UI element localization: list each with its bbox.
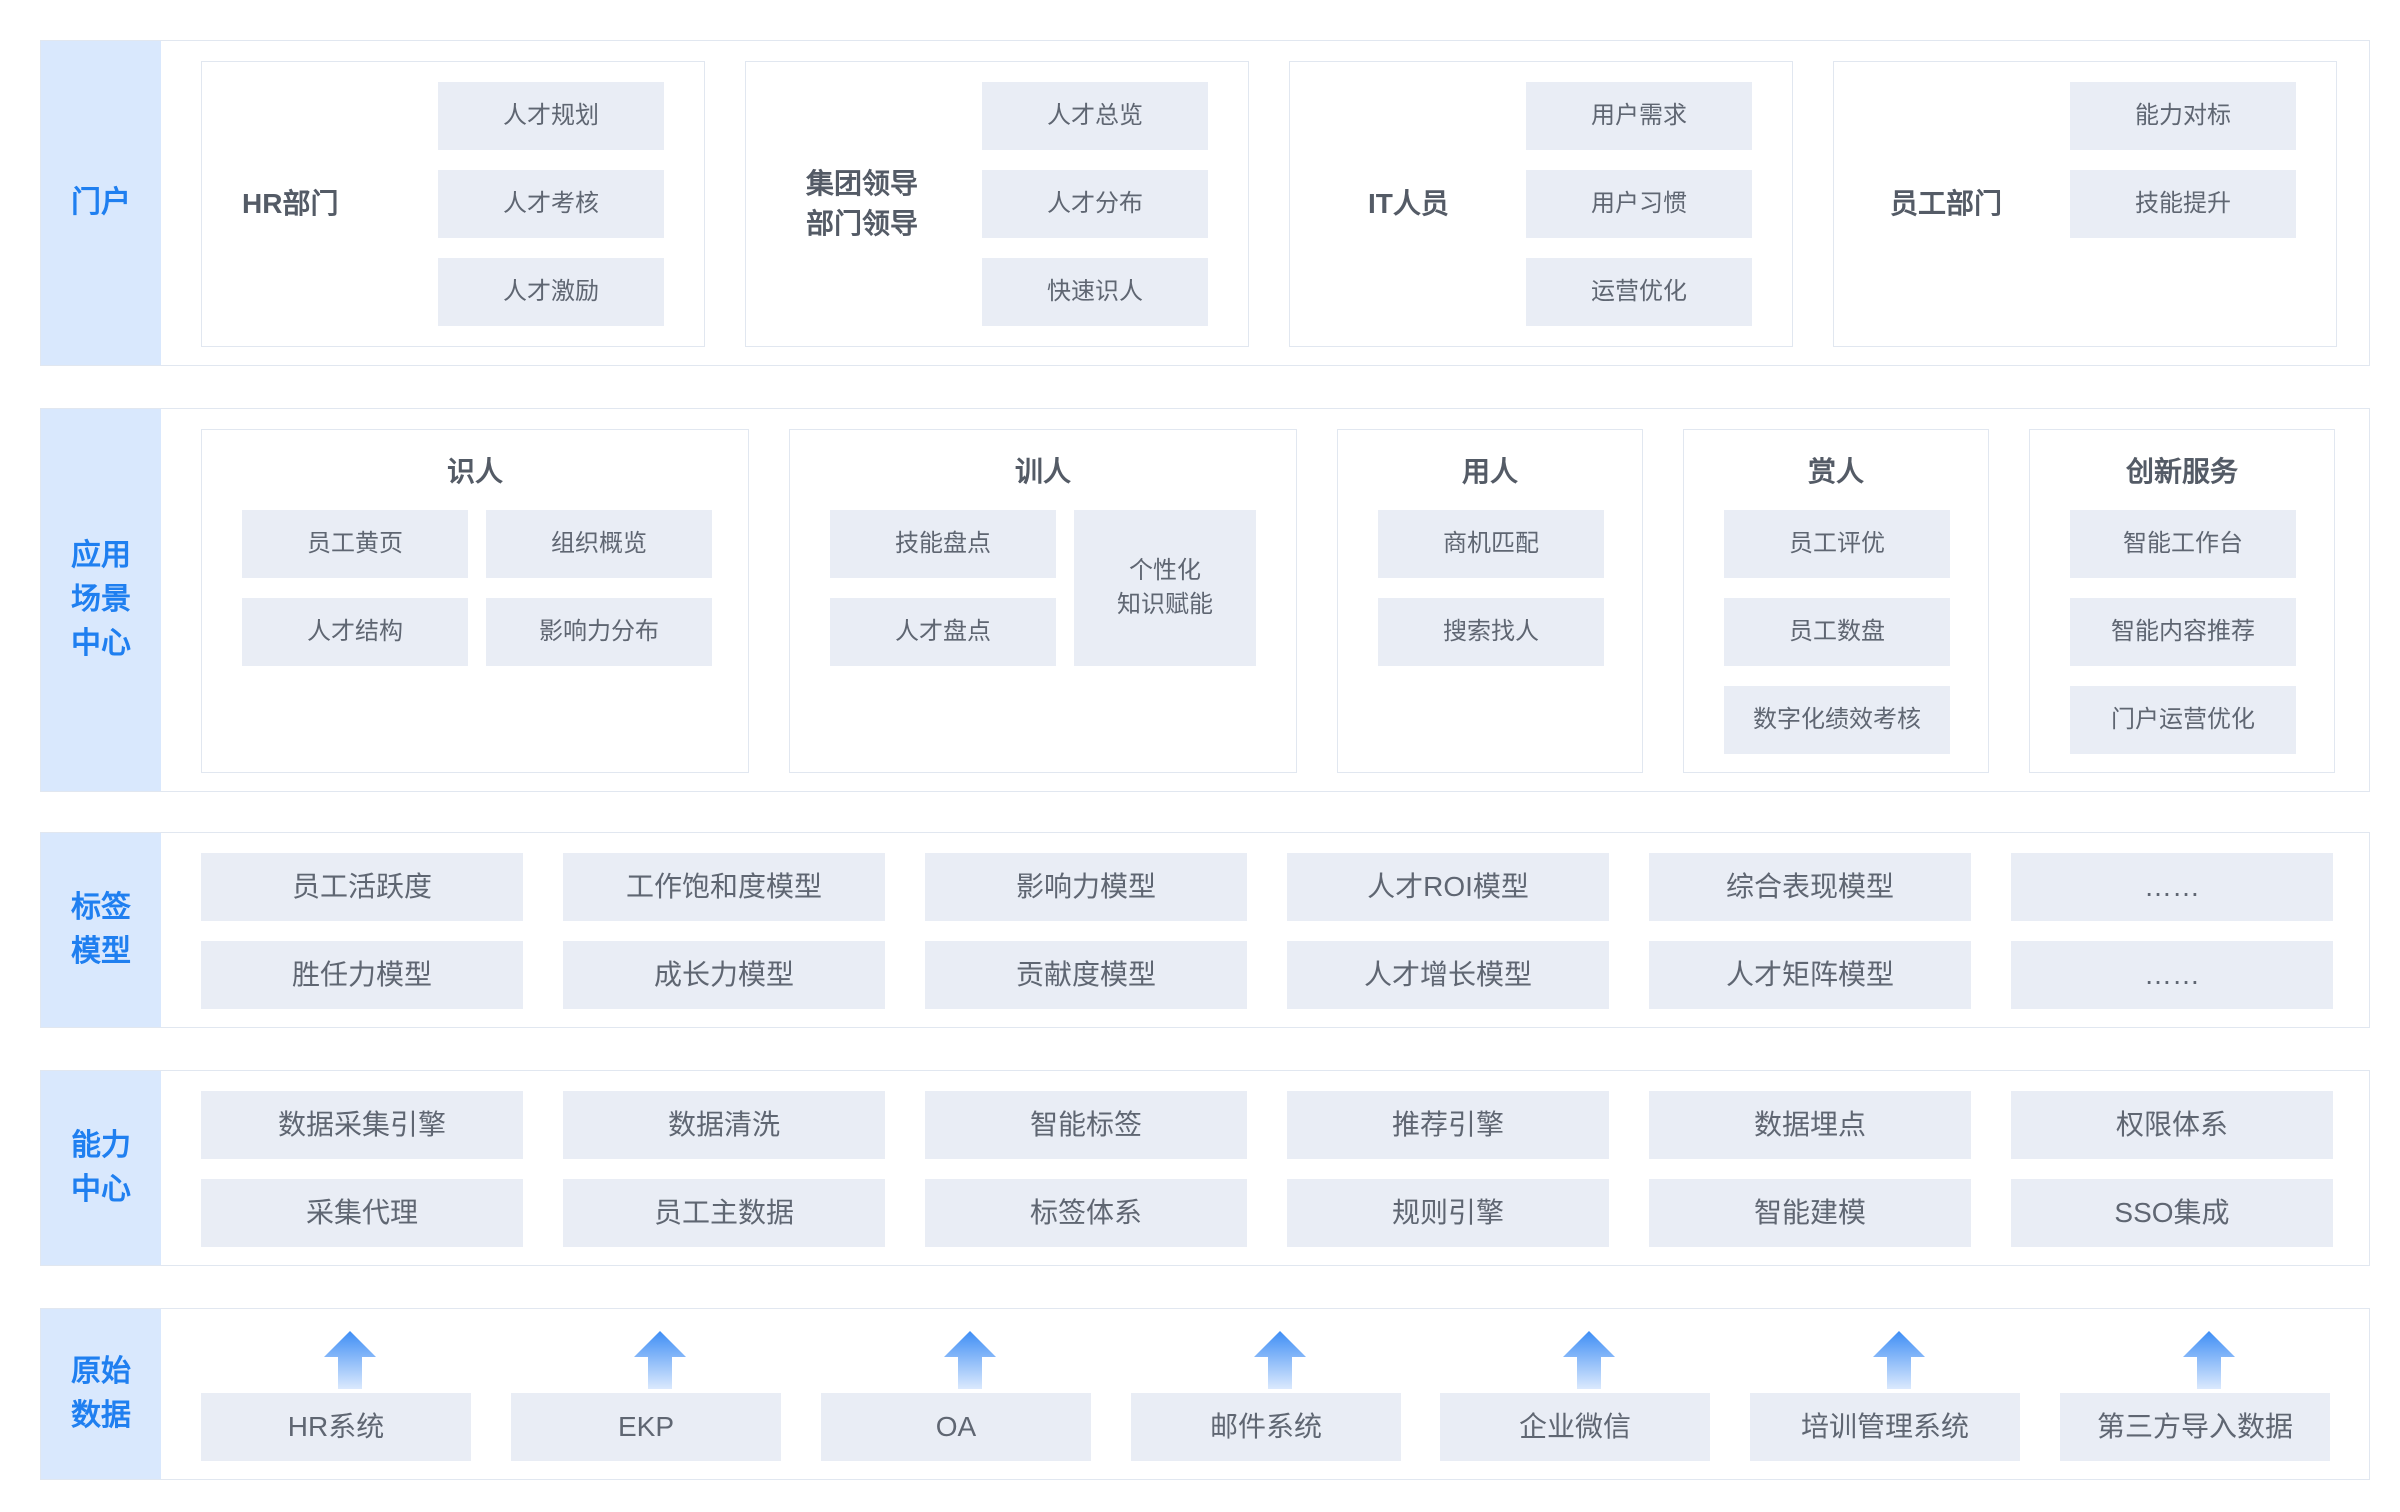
- app-item[interactable]: 技能盘点: [830, 510, 1056, 578]
- app-item[interactable]: 人才结构: [242, 598, 468, 666]
- capability-item[interactable]: 采集代理: [201, 1179, 523, 1247]
- app-item[interactable]: 组织概览: [486, 510, 712, 578]
- app-item[interactable]: 员工评优: [1724, 510, 1950, 578]
- app-section-recognize: 识人 员工黄页 组织概览 人才结构 影响力分布: [201, 429, 749, 773]
- raw-data-source[interactable]: 第三方导入数据: [2060, 1393, 2330, 1461]
- portal-item[interactable]: 运营优化: [1526, 258, 1752, 326]
- app-section-reward: 赏人 员工评优 员工数盘 数字化绩效考核: [1683, 429, 1989, 773]
- app-item[interactable]: 数字化绩效考核: [1724, 686, 1950, 754]
- capability-item[interactable]: 员工主数据: [563, 1179, 885, 1247]
- app-section-train: 训人 技能盘点 人才盘点 个性化 知识赋能: [789, 429, 1297, 773]
- raw-data-layer-label: 原始 数据: [41, 1309, 161, 1479]
- app-item[interactable]: 智能工作台: [2070, 510, 2296, 578]
- portal-item[interactable]: 快速识人: [982, 258, 1208, 326]
- tag-model-item: ……: [2011, 941, 2333, 1009]
- capability-layer-label: 能力 中心: [41, 1071, 161, 1265]
- capability-item[interactable]: 权限体系: [2011, 1091, 2333, 1159]
- portal-item[interactable]: 用户习惯: [1526, 170, 1752, 238]
- capability-item[interactable]: 数据采集引擎: [201, 1091, 523, 1159]
- app-item[interactable]: 员工黄页: [242, 510, 468, 578]
- tags-layer: 标签 模型 员工活跃度 工作饱和度模型 影响力模型 人才ROI模型 综合表现模型…: [40, 832, 2370, 1028]
- app-item[interactable]: 人才盘点: [830, 598, 1056, 666]
- application-layer-label: 应用 场景 中心: [41, 409, 161, 791]
- portal-group-name: IT人员: [1368, 188, 1449, 219]
- app-section-title: 识人: [446, 456, 503, 487]
- tags-label-text: 标签 模型: [71, 891, 131, 968]
- app-item[interactable]: 员工数盘: [1724, 598, 1950, 666]
- app-item[interactable]: 影响力分布: [486, 598, 712, 666]
- tag-model-item[interactable]: 人才增长模型: [1287, 941, 1609, 1009]
- app-item[interactable]: 门户运营优化: [2070, 686, 2296, 754]
- tag-model-item[interactable]: 贡献度模型: [925, 941, 1247, 1009]
- raw-data-source[interactable]: 培训管理系统: [1750, 1393, 2020, 1461]
- up-arrow-icon: [2183, 1331, 2235, 1389]
- tag-model-item[interactable]: 成长力模型: [563, 941, 885, 1009]
- tag-model-item: ……: [2011, 853, 2333, 921]
- tag-model-item[interactable]: 人才ROI模型: [1287, 853, 1609, 921]
- tag-model-item[interactable]: 综合表现模型: [1649, 853, 1971, 921]
- portal-label-text: 门户: [71, 186, 131, 219]
- app-section-title: 创新服务: [2125, 456, 2238, 487]
- tag-model-item[interactable]: 胜任力模型: [201, 941, 523, 1009]
- application-layer: 应用 场景 中心 识人 员工黄页 组织概览 人才结构 影响力分布 训人 技能盘点…: [40, 408, 2370, 792]
- portal-group-name: 员工部门: [1890, 188, 2003, 219]
- capability-item[interactable]: 数据埋点: [1649, 1091, 1971, 1159]
- raw-data-source[interactable]: EKP: [511, 1393, 781, 1461]
- portal-group-hr: HR部门 人才规划 人才考核 人才激励: [201, 61, 705, 347]
- tags-layer-label: 标签 模型: [41, 833, 161, 1027]
- app-section-title: 用人: [1461, 456, 1518, 487]
- portal-item[interactable]: 人才考核: [438, 170, 664, 238]
- raw-data-source[interactable]: HR系统: [201, 1393, 471, 1461]
- capability-item[interactable]: 推荐引擎: [1287, 1091, 1609, 1159]
- app-section-use: 用人 商机匹配 搜索找人: [1337, 429, 1643, 773]
- up-arrow-icon: [1873, 1331, 1925, 1389]
- capability-item[interactable]: 规则引擎: [1287, 1179, 1609, 1247]
- portal-item[interactable]: 人才规划: [438, 82, 664, 150]
- portal-group-name: HR部门: [242, 188, 339, 219]
- portal-item[interactable]: 能力对标: [2070, 82, 2296, 150]
- capability-item[interactable]: 数据清洗: [563, 1091, 885, 1159]
- raw-data-source[interactable]: 邮件系统: [1131, 1393, 1401, 1461]
- portal-item[interactable]: 人才总览: [982, 82, 1208, 150]
- portal-item[interactable]: 人才激励: [438, 258, 664, 326]
- up-arrow-icon: [1563, 1331, 1615, 1389]
- app-item[interactable]: 智能内容推荐: [2070, 598, 2296, 666]
- application-label-text: 应用 场景 中心: [71, 539, 131, 660]
- up-arrow-icon: [324, 1331, 376, 1389]
- portal-group-name: 集团领导 部门领导: [806, 168, 919, 239]
- tag-model-item[interactable]: 员工活跃度: [201, 853, 523, 921]
- app-item[interactable]: 商机匹配: [1378, 510, 1604, 578]
- portal-item[interactable]: 用户需求: [1526, 82, 1752, 150]
- capability-item[interactable]: 智能标签: [925, 1091, 1247, 1159]
- up-arrow-icon: [944, 1331, 996, 1389]
- capability-item[interactable]: 标签体系: [925, 1179, 1247, 1247]
- portal-group-leaders: 集团领导 部门领导 人才总览 人才分布 快速识人: [745, 61, 1249, 347]
- capability-item[interactable]: SSO集成: [2011, 1179, 2333, 1247]
- portal-item[interactable]: 技能提升: [2070, 170, 2296, 238]
- raw-data-layer: 原始 数据 HR系统 EKP OA 邮件系统 企业微信 培训管理系统 第三方导入…: [40, 1308, 2370, 1480]
- portal-group-staff: 员工部门 能力对标 技能提升: [1833, 61, 2337, 347]
- portal-group-it: IT人员 用户需求 用户习惯 运营优化: [1289, 61, 1793, 347]
- tag-model-item[interactable]: 影响力模型: [925, 853, 1247, 921]
- up-arrow-icon: [1254, 1331, 1306, 1389]
- app-item[interactable]: 个性化 知识赋能: [1074, 510, 1256, 666]
- raw-data-source[interactable]: 企业微信: [1440, 1393, 1710, 1461]
- up-arrow-icon: [634, 1331, 686, 1389]
- capability-item[interactable]: 智能建模: [1649, 1179, 1971, 1247]
- portal-layer: 门户 HR部门 人才规划 人才考核 人才激励 集团领导 部门领导 人才总览 人才…: [40, 40, 2370, 366]
- tag-model-item[interactable]: 人才矩阵模型: [1649, 941, 1971, 1009]
- portal-layer-label: 门户: [41, 41, 161, 365]
- portal-item[interactable]: 人才分布: [982, 170, 1208, 238]
- tag-model-item[interactable]: 工作饱和度模型: [563, 853, 885, 921]
- app-section-title: 赏人: [1807, 456, 1864, 487]
- raw-label-text: 原始 数据: [71, 1355, 131, 1432]
- app-section-innovation: 创新服务 智能工作台 智能内容推荐 门户运营优化: [2029, 429, 2335, 773]
- raw-data-source[interactable]: OA: [821, 1393, 1091, 1461]
- app-section-title: 训人: [1014, 456, 1071, 487]
- capability-layer: 能力 中心 数据采集引擎 数据清洗 智能标签 推荐引擎 数据埋点 权限体系 采集…: [40, 1070, 2370, 1266]
- app-item[interactable]: 搜索找人: [1378, 598, 1604, 666]
- capability-label-text: 能力 中心: [71, 1129, 131, 1206]
